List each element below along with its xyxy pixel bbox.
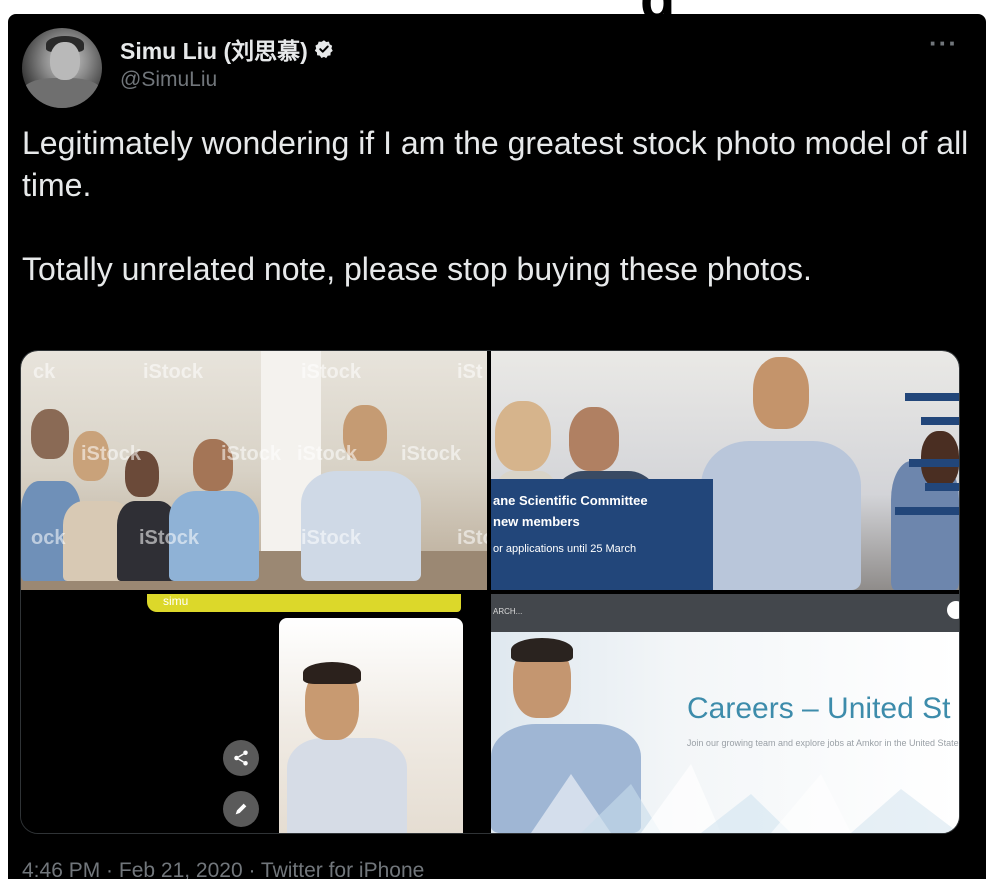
banner-line-2: new members: [493, 514, 580, 529]
yellow-name-bar: [147, 594, 461, 612]
tweet-paragraph-2: Totally unrelated note, please stop buyi…: [22, 251, 812, 287]
media-photo-careers[interactable]: ARCH... Careers – United St Join our gro…: [491, 594, 959, 833]
site-search-icon[interactable]: [947, 601, 959, 619]
careers-subtitle: Join our growing team and explore jobs a…: [686, 738, 959, 748]
tweet-paragraph-1: Legitimately wondering if I am the great…: [22, 125, 969, 203]
author-name[interactable]: Simu Liu (刘思慕): [120, 32, 308, 66]
app-photo-card[interactable]: [279, 618, 463, 833]
banner-line-3: or applications until 25 March: [493, 543, 637, 555]
screenshot-frame: g Simu Liu (刘思慕) @SimuLiu ··· Legitimate…: [0, 0, 994, 879]
edit-button[interactable]: [223, 791, 259, 827]
author-row: Simu Liu (刘思慕): [120, 32, 334, 66]
avatar[interactable]: [22, 28, 102, 108]
more-dots-icon[interactable]: ···: [929, 28, 958, 59]
tweet-timestamp[interactable]: 4:46 PM · Feb 21, 2020 · Twitter for iPh…: [22, 859, 424, 879]
tweet-card: Simu Liu (刘思慕) @SimuLiu ··· Legitimately…: [8, 14, 986, 879]
tweet-text: Legitimately wondering if I am the great…: [22, 122, 972, 332]
share-icon: [234, 750, 248, 766]
watermark: iStock: [401, 443, 462, 465]
watermark: iStock: [301, 361, 362, 383]
watermark: iStock: [139, 527, 200, 549]
committee-banner: ane Scientific Committee new members or …: [491, 479, 713, 590]
watermark: iStock: [81, 443, 142, 465]
watermark: iSt: [457, 361, 483, 383]
watermark: iStock: [221, 443, 282, 465]
decorative-triangles: [531, 764, 959, 833]
watermark: iSto: [457, 527, 487, 549]
watermark: iStock: [143, 361, 204, 383]
pencil-icon: [235, 803, 247, 815]
careers-title: Careers – United St: [687, 692, 951, 725]
watermark: ock: [31, 527, 66, 549]
verified-badge-icon: [314, 40, 333, 59]
yellow-name-label: simu: [163, 594, 189, 608]
media-photo-meeting[interactable]: ck iStock iStock iSt iStock iStock iStoc…: [21, 351, 487, 590]
watermark: iStock: [301, 527, 362, 549]
author-handle[interactable]: @SimuLiu: [120, 68, 217, 92]
watermark: ck: [33, 361, 56, 383]
careers-site-header: ARCH...: [491, 594, 959, 632]
media-photo-committee[interactable]: ane Scientific Committee new members or …: [491, 351, 959, 590]
media-photo-app[interactable]: simu: [21, 594, 487, 833]
media-grid[interactable]: ck iStock iStock iSt iStock iStock iStoc…: [20, 350, 960, 834]
site-search-label[interactable]: ARCH...: [493, 607, 522, 616]
watermark: iStock: [297, 443, 358, 465]
banner-line-1: ane Scientific Committee: [493, 493, 648, 508]
share-button[interactable]: [223, 740, 259, 776]
